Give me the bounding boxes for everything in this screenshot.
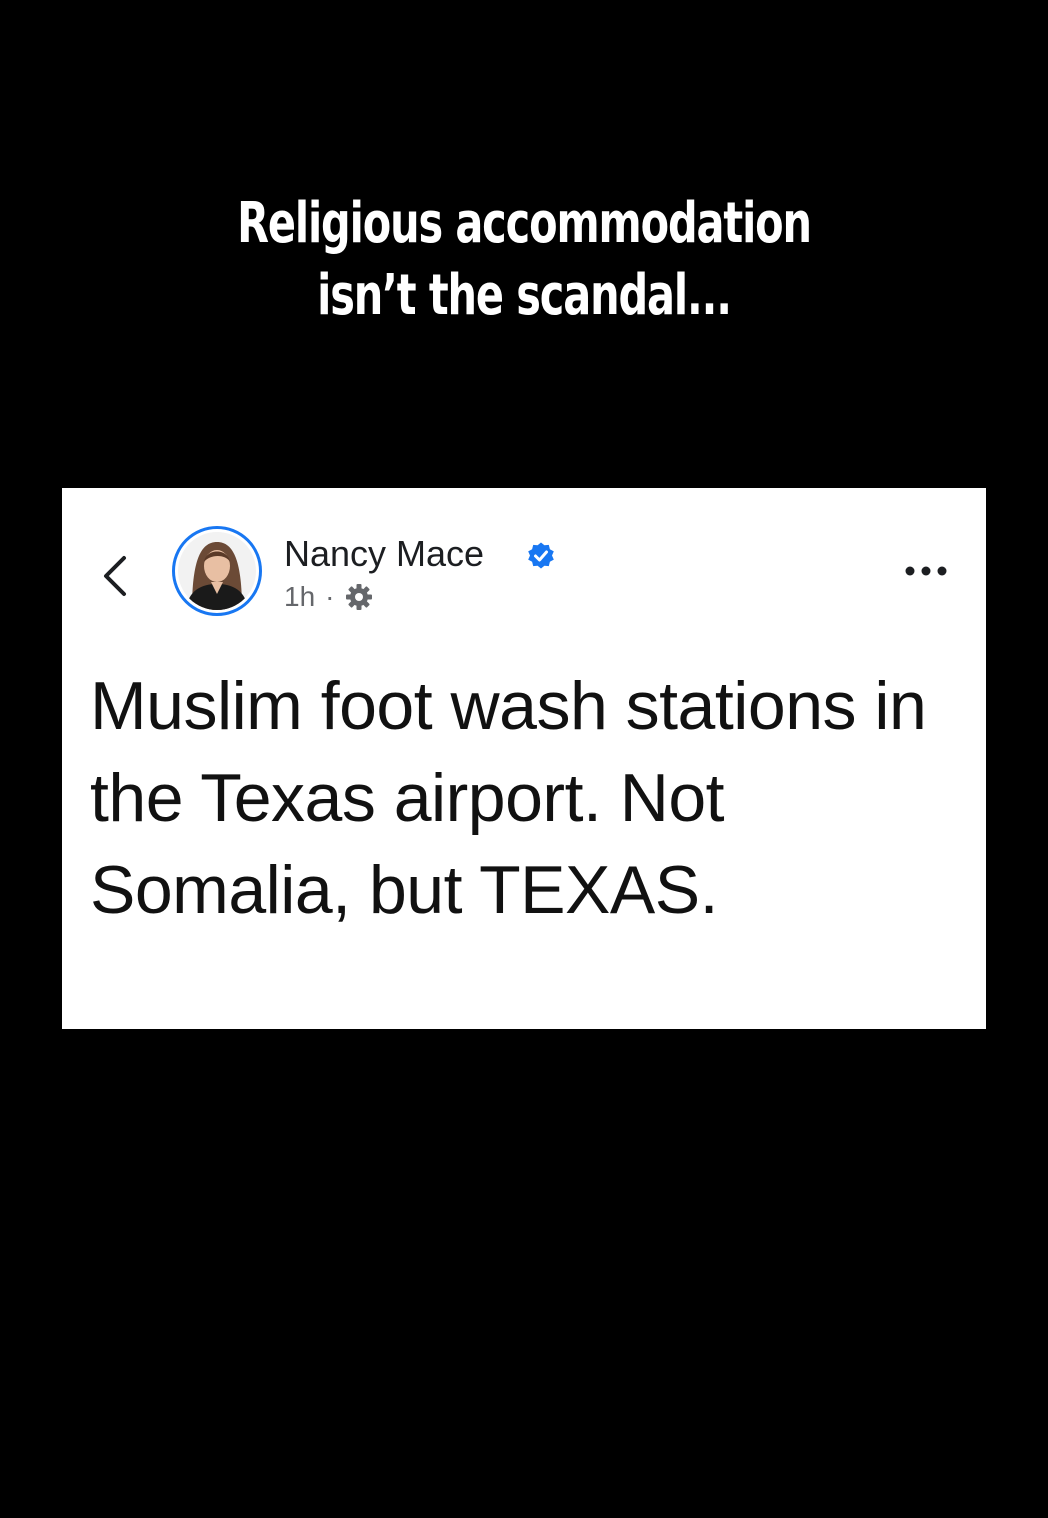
headline-line-2: isn’t the scandal... (317, 263, 732, 328)
gear-icon (346, 584, 373, 610)
post-text: Muslim foot wash stations in the Texas a… (90, 668, 927, 928)
more-options-button[interactable] (896, 552, 956, 592)
more-horizontal-icon (905, 566, 947, 576)
chevron-left-icon (104, 556, 126, 596)
profile-photo-icon (178, 532, 256, 610)
avatar[interactable] (172, 526, 262, 616)
back-button[interactable] (92, 534, 140, 614)
post-card: Nancy Mace 1h · Muslim foot wash station… (62, 488, 986, 1029)
verified-badge-icon (528, 542, 554, 569)
post-meta: 1h · (284, 580, 374, 614)
headline-line-1: Religious accommodation (237, 191, 812, 256)
post-timestamp[interactable]: 1h (284, 581, 315, 613)
meta-separator: · (325, 581, 335, 612)
author-name[interactable]: Nancy Mace (284, 532, 484, 576)
overlay-headline: Religious accommodation isn’t the scanda… (136, 188, 912, 332)
